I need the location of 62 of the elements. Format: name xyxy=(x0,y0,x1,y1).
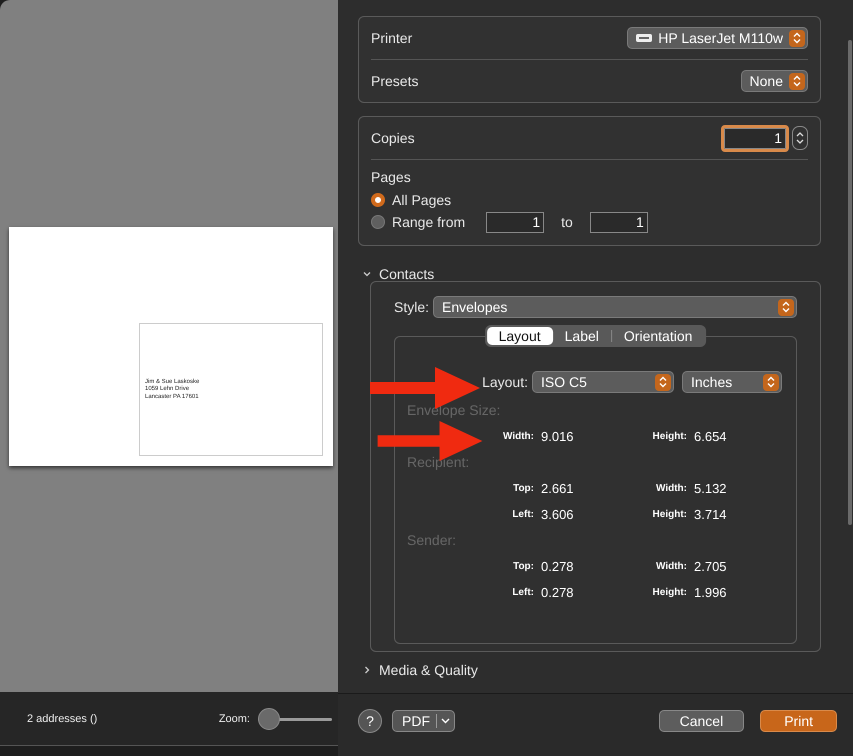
field-label: Height: xyxy=(652,430,687,442)
presets-popup[interactable]: None xyxy=(740,70,808,92)
field-label: Top: xyxy=(513,560,534,572)
section-title[interactable]: Contacts xyxy=(379,266,434,282)
zoom-slider[interactable] xyxy=(258,708,332,730)
field-value: 5.132 xyxy=(694,480,728,496)
slider-thumb[interactable] xyxy=(258,708,280,730)
style-popup[interactable]: Envelopes xyxy=(433,296,797,318)
field-label: Height: xyxy=(652,586,687,598)
field-label: Width: xyxy=(656,560,687,572)
tab[interactable]: Label xyxy=(552,327,611,345)
field-label: Width: xyxy=(656,482,687,494)
printer-popup[interactable]: HP LaserJet M110w xyxy=(627,27,808,49)
stepper-icon[interactable] xyxy=(792,126,808,150)
stepper-icon xyxy=(789,72,805,90)
range-to-label: to xyxy=(561,214,573,230)
radio-button[interactable] xyxy=(371,215,385,229)
tab[interactable]: Orientation xyxy=(612,327,704,345)
printer-label: Printer xyxy=(371,30,412,46)
layout-label: Layout: xyxy=(482,374,528,390)
field-value: 9.016 xyxy=(541,428,575,444)
radio-label[interactable]: All Pages xyxy=(392,192,452,208)
stepper-icon xyxy=(789,30,805,46)
printer-icon xyxy=(636,33,652,43)
field-value: 0.278 xyxy=(541,558,575,574)
field-value: 2.705 xyxy=(694,558,728,574)
print-button[interactable]: Print xyxy=(760,710,837,732)
field-value: 3.714 xyxy=(694,506,728,522)
cancel-button[interactable]: Cancel xyxy=(658,710,744,732)
chevron-right-icon[interactable] xyxy=(362,665,372,675)
field-label: Left: xyxy=(512,508,534,520)
presets-label: Presets xyxy=(371,73,418,89)
field-value: 2.661 xyxy=(541,480,575,496)
copies-label: Copies xyxy=(371,130,415,146)
zoom-label: Zoom: xyxy=(218,712,250,724)
field-value: 0.278 xyxy=(541,584,575,600)
stepper-icon xyxy=(655,374,671,390)
style-label: Style: xyxy=(394,299,430,315)
help-button[interactable]: ? xyxy=(358,709,382,733)
field-label: Height: xyxy=(652,508,687,520)
field-label: Width: xyxy=(502,430,534,442)
field-label: Left: xyxy=(512,586,534,598)
chevron-down-icon[interactable] xyxy=(362,269,372,279)
field-label: Top: xyxy=(513,482,534,494)
tab[interactable]: Layout xyxy=(486,327,553,345)
range-to-field[interactable]: 1 xyxy=(590,212,648,232)
pages-label: Pages xyxy=(371,169,412,185)
field-value: 6.654 xyxy=(694,428,728,444)
scrollbar[interactable] xyxy=(848,40,852,525)
pdf-menu-button[interactable]: PDF xyxy=(392,710,455,732)
stepper-icon xyxy=(778,298,794,316)
field-value: 1.996 xyxy=(694,584,728,600)
radio-button[interactable] xyxy=(371,193,385,207)
units-popup[interactable]: Inches xyxy=(682,371,782,393)
section-title[interactable]: Media & Quality xyxy=(379,662,478,678)
field-value: 3.606 xyxy=(541,506,575,522)
stepper-icon xyxy=(763,374,779,390)
layout-popup[interactable]: ISO C5 xyxy=(532,371,674,393)
chevron-down-icon xyxy=(441,718,450,724)
range-from-field[interactable]: 1 xyxy=(486,212,544,232)
address-count: 2 addresses () xyxy=(27,712,98,724)
radio-label[interactable]: Range from xyxy=(392,214,466,230)
